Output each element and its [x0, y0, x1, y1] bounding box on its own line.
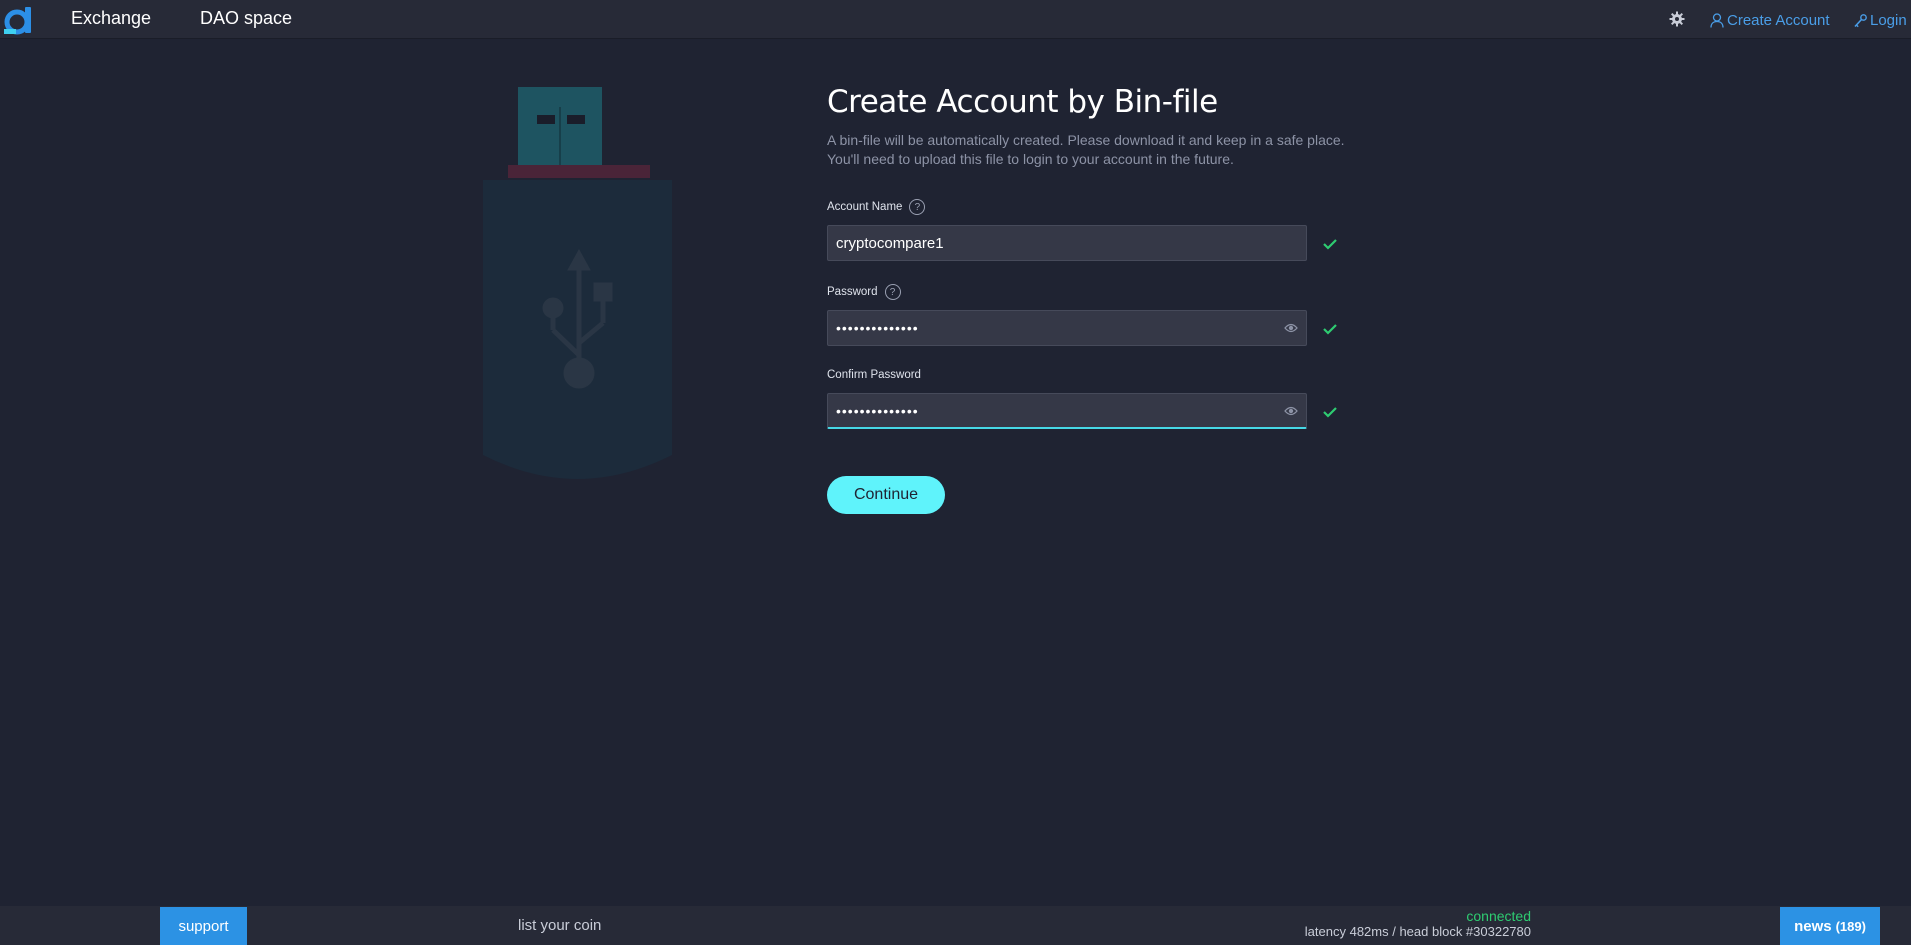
description-line-2: You'll need to upload this file to login… — [827, 151, 1234, 167]
create-account-link[interactable]: Create Account — [1710, 12, 1830, 29]
news-button[interactable]: news (189) — [1780, 907, 1880, 945]
password-label: Password ? — [827, 284, 901, 300]
account-name-field[interactable] — [827, 225, 1307, 261]
account-name-help-icon[interactable]: ? — [909, 199, 926, 215]
confirm-password-field[interactable] — [827, 393, 1307, 429]
nav-exchange-link[interactable]: Exchange — [71, 8, 151, 29]
confirm-password-label-text: Confirm Password — [827, 369, 921, 381]
password-valid-check-icon — [1323, 324, 1337, 335]
news-label: news — [1794, 917, 1832, 935]
continue-button[interactable]: Continue — [827, 476, 945, 514]
account-name-input[interactable] — [836, 234, 1276, 252]
user-icon — [1710, 13, 1724, 28]
top-navigation-bar: Exchange DAO space Create Account Login — [0, 0, 1911, 39]
list-your-coin-link[interactable]: list your coin — [518, 917, 601, 934]
confirm-password-label: Confirm Password — [827, 369, 921, 381]
connection-status-text: connected — [1466, 908, 1531, 924]
password-label-text: Password — [827, 286, 878, 298]
news-count-badge: (189) — [1835, 918, 1866, 934]
password-field[interactable] — [827, 310, 1307, 346]
app-logo-icon[interactable] — [4, 5, 36, 35]
key-icon — [1854, 13, 1867, 27]
account-name-label-text: Account Name — [827, 201, 903, 213]
support-button[interactable]: support — [160, 907, 247, 945]
connection-status: connected latency 482ms / head block #30… — [1305, 908, 1531, 940]
eye-icon[interactable] — [1284, 405, 1298, 417]
nav-dao-space-link[interactable]: DAO space — [200, 8, 292, 29]
confirm-password-valid-check-icon — [1323, 407, 1337, 418]
account-name-label: Account Name ? — [827, 199, 926, 215]
create-account-label: Create Account — [1727, 12, 1830, 29]
gear-icon[interactable] — [1669, 11, 1685, 27]
page-title: Create Account by Bin-file — [827, 84, 1218, 120]
eye-icon[interactable] — [1284, 322, 1298, 334]
account-name-valid-check-icon — [1323, 239, 1337, 250]
usb-drive-illustration — [483, 87, 672, 479]
form-description: A bin-file will be automatically created… — [827, 131, 1387, 169]
login-label: Login — [1870, 12, 1907, 29]
login-link[interactable]: Login — [1854, 12, 1907, 29]
password-input[interactable] — [836, 320, 1276, 336]
password-help-icon[interactable]: ? — [884, 284, 901, 300]
confirm-password-input[interactable] — [836, 402, 1276, 419]
footer-bar: support list your coin connected latency… — [0, 906, 1911, 945]
description-line-1: A bin-file will be automatically created… — [827, 132, 1345, 148]
latency-head-block: latency 482ms / head block #30322780 — [1304, 924, 1531, 939]
